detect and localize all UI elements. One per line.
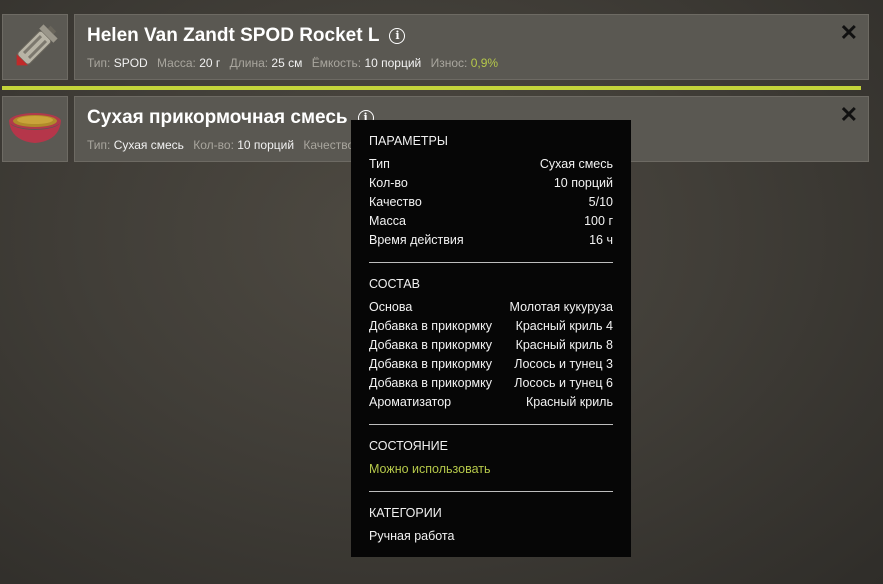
- spod-rocket-thumbnail[interactable]: [2, 14, 68, 80]
- spod-rocket-icon: [16, 24, 58, 66]
- composition-row: Основа Молотая кукуруза: [369, 300, 613, 314]
- groundbait-thumbnail[interactable]: [2, 96, 68, 162]
- categories-title: КАТЕГОРИИ: [369, 506, 442, 520]
- item-title: Helen Van Zandt SPOD Rocket L i: [87, 25, 406, 47]
- composition-row: Добавка в прикормку Лосось и тунец 3: [369, 357, 613, 371]
- param-row: Качество 5/10: [369, 195, 613, 209]
- composition-row: Добавка в прикормку Лосось и тунец 6: [369, 376, 613, 390]
- info-icon[interactable]: i: [389, 28, 406, 44]
- param-row: Кол-во 10 порций: [369, 176, 613, 190]
- groundbait-bowl-icon: [9, 113, 61, 143]
- divider: [369, 262, 613, 263]
- item-panel[interactable]: Helen Van Zandt SPOD Rocket L i ✕ Тип: S…: [74, 14, 869, 80]
- param-row: Время действия 16 ч: [369, 233, 613, 247]
- item-title: Сухая прикормочная смесь i: [87, 107, 374, 129]
- item-tooltip: ПАРАМЕТРЫ Тип Сухая смесь Кол-во 10 порций…: [351, 120, 631, 557]
- composition-row: Добавка в прикормку Красный криль 8: [369, 338, 613, 352]
- state-value: Можно использовать: [369, 462, 491, 476]
- composition-row: Добавка в прикормку Красный криль 4: [369, 319, 613, 333]
- param-row: Масса 100 г: [369, 214, 613, 228]
- composition-title: СОСТАВ: [369, 277, 420, 291]
- divider: [369, 491, 613, 492]
- close-icon[interactable]: ✕: [840, 22, 858, 44]
- item-meta: Тип: Сухая смесь Кол-во: 10 порций Качес…: [87, 138, 358, 152]
- wear-bar: [2, 86, 861, 90]
- composition-row: Ароматизатор Красный криль: [369, 395, 613, 409]
- param-row: Тип Сухая смесь: [369, 157, 613, 171]
- divider: [369, 424, 613, 425]
- params-title: ПАРАМЕТРЫ: [369, 134, 448, 148]
- item-meta: Тип: SPOD Масса: 20 г Длина: 25 см Ёмкос…: [87, 56, 499, 70]
- close-icon[interactable]: ✕: [840, 104, 858, 126]
- category-value: Ручная работа: [369, 529, 455, 543]
- state-title: СОСТОЯНИЕ: [369, 439, 448, 453]
